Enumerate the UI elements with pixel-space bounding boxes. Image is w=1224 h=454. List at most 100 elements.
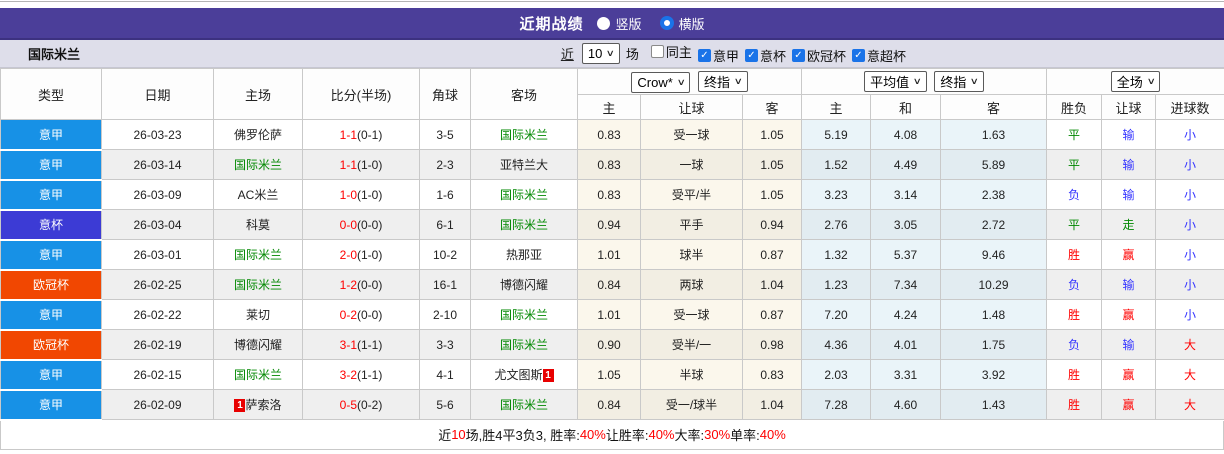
team-link[interactable]: 国际米兰 xyxy=(500,218,548,232)
league-badge: 意甲 xyxy=(0,119,102,151)
euro-index-value: 终指 xyxy=(940,75,967,90)
team-link[interactable]: 科莫 xyxy=(246,218,270,232)
halftime-score: (0-2) xyxy=(357,397,383,412)
fulltime-score: 0-5 xyxy=(339,397,357,412)
halftime-score: (1-1) xyxy=(357,337,383,352)
scope-select-group: 全场 ∨ xyxy=(1046,68,1224,95)
away-team: 国际米兰 xyxy=(470,179,578,210)
team-link[interactable]: 国际米兰 xyxy=(500,338,548,352)
filter-checkbox-4[interactable]: ✓ 意超杯 xyxy=(851,46,906,65)
team-link[interactable]: 国际米兰 xyxy=(234,158,282,172)
euro-home-odds: 7.28 xyxy=(801,389,872,420)
match-score: 1-1(1-0) xyxy=(302,149,420,180)
checkbox-checked-icon[interactable]: ✓ xyxy=(791,49,805,63)
summary-stat-label: 近 xyxy=(438,428,452,443)
team-link[interactable]: 国际米兰 xyxy=(500,308,548,322)
fulltime-score: 1-1 xyxy=(339,127,357,142)
chevron-down-icon: ∨ xyxy=(912,76,923,86)
chevron-down-icon: ∨ xyxy=(733,75,743,86)
euro-draw-odds: 7.34 xyxy=(870,269,942,300)
goals-result-cell: 小 xyxy=(1155,299,1224,330)
league-checkbox-group: 同主 ✓ 意甲 ✓ 意杯 ✓ 欧冠杯 ✓ 意超杯 xyxy=(643,42,906,66)
col-header-handicap-result: 让球 xyxy=(1101,94,1157,120)
asia-away-odds: 1.04 xyxy=(741,269,803,300)
radio-icon[interactable] xyxy=(597,16,611,30)
team-link[interactable]: AC米兰 xyxy=(238,188,279,202)
filter-checkbox-2[interactable]: ✓ 意杯 xyxy=(744,46,786,65)
team-link[interactable]: 佛罗伦萨 xyxy=(234,128,282,142)
asia-handicap: 一球 xyxy=(640,149,743,180)
chevron-down-icon: ∨ xyxy=(970,76,980,86)
away-team: 国际米兰 xyxy=(470,299,578,330)
league-badge: 意甲 xyxy=(0,389,102,421)
match-count-select[interactable]: 10 ∨ xyxy=(581,43,620,64)
checkbox-checked-icon[interactable]: ✓ xyxy=(697,49,711,63)
radio-checked-icon[interactable] xyxy=(659,16,674,30)
euro-draw-odds: 4.60 xyxy=(870,389,942,420)
asia-handicap: 两球 xyxy=(640,269,743,300)
result-cell: 平 xyxy=(1046,209,1103,240)
scope-select[interactable]: 全场 ∨ xyxy=(1110,71,1161,92)
goals-result-cell: 小 xyxy=(1155,119,1224,150)
layout-radio-label: 竖版 xyxy=(615,16,642,32)
handicap-result-cell: 输 xyxy=(1101,119,1157,150)
team-link[interactable]: 国际米兰 xyxy=(234,368,282,382)
team-link[interactable]: 国际米兰 xyxy=(234,278,282,292)
filter-checkbox-3[interactable]: ✓ 欧冠杯 xyxy=(791,46,846,65)
match-score: 0-2(0-0) xyxy=(302,299,420,330)
team-link[interactable]: 国际米兰 xyxy=(500,128,548,142)
asia-index-select[interactable]: 终指 ∨ xyxy=(698,70,748,92)
team-link[interactable]: 亚特兰大 xyxy=(500,158,548,172)
layout-radio-option-0[interactable]: 竖版 xyxy=(597,14,642,33)
fulltime-score: 3-1 xyxy=(339,337,357,352)
col-header-corner: 角球 xyxy=(419,68,471,120)
league-badge: 欧冠杯 xyxy=(0,269,102,301)
away-team: 国际米兰 xyxy=(470,389,578,420)
team-link[interactable]: 国际米兰 xyxy=(500,398,548,412)
filter-checkbox-1[interactable]: ✓ 意甲 xyxy=(697,46,739,65)
match-date: 26-03-04 xyxy=(101,209,214,240)
summary-stat-label: 让胜率: xyxy=(605,428,649,443)
checkbox-checked-icon[interactable]: ✓ xyxy=(744,49,758,63)
handicap-result-cell: 输 xyxy=(1101,269,1157,300)
filter-checkbox-0[interactable]: 同主 xyxy=(650,42,692,61)
filter-bar: 国际米兰 近 10 ∨ 场 同主 ✓ 意甲 ✓ 意杯 ✓ 欧冠杯 ✓ 意超杯 xyxy=(0,40,1224,68)
asia-away-odds: 0.98 xyxy=(741,329,803,360)
home-team: 莱切 xyxy=(213,299,303,330)
asia-source-select[interactable]: Crow* ∨ xyxy=(631,71,691,93)
team-link[interactable]: 尤文图斯 xyxy=(494,368,542,382)
team-link[interactable]: 热那亚 xyxy=(506,248,542,262)
match-row: 意杯 26-03-04 科莫 0-0(0-0) 6-1 国际米兰 0.94 平手 0.94 2.7… xyxy=(0,209,1224,241)
team-link[interactable]: 博德闪耀 xyxy=(234,338,282,352)
team-link[interactable]: 莱切 xyxy=(246,308,270,322)
goals-result-cell: 小 xyxy=(1155,269,1224,300)
layout-radio-option-1[interactable]: 横版 xyxy=(659,14,705,33)
euro-index-select[interactable]: 终指 ∨ xyxy=(934,71,984,92)
asia-home-odds: 0.94 xyxy=(577,209,641,240)
team-link[interactable]: 国际米兰 xyxy=(500,188,548,202)
team-link[interactable]: 国际米兰 xyxy=(234,248,282,262)
near-link[interactable]: 近 xyxy=(561,44,574,63)
checkbox-icon[interactable] xyxy=(650,44,664,58)
asia-handicap: 平手 xyxy=(640,209,743,240)
away-team: 国际米兰 xyxy=(470,209,578,240)
handicap-result-cell: 赢 xyxy=(1101,299,1157,330)
away-team: 亚特兰大 xyxy=(470,149,578,180)
match-row: 意甲 26-02-09 1 萨索洛 0-5(0-2) 5-6 国际米兰 0.84 受一/球半 1.… xyxy=(0,389,1224,421)
team-link[interactable]: 博德闪耀 xyxy=(500,278,548,292)
euro-home-odds: 3.23 xyxy=(801,179,872,210)
chevron-down-icon: ∨ xyxy=(1146,76,1156,86)
team-link[interactable]: 萨索洛 xyxy=(245,398,281,412)
halftime-score: (1-1) xyxy=(357,367,383,382)
asia-handicap: 受一球 xyxy=(640,119,743,150)
home-team: 国际米兰 xyxy=(213,269,303,300)
filter-checkbox-label: 意超杯 xyxy=(866,49,906,65)
euro-source-select[interactable]: 平均值 ∨ xyxy=(864,71,927,92)
checkbox-checked-icon[interactable]: ✓ xyxy=(851,49,865,63)
goals-result-cell: 小 xyxy=(1155,149,1224,180)
home-team: 科莫 xyxy=(213,209,303,240)
euro-away-odds: 3.92 xyxy=(940,359,1048,390)
euro-home-odds: 1.52 xyxy=(801,149,872,180)
goals-result-cell: 大 xyxy=(1155,359,1224,390)
home-team: 国际米兰 xyxy=(213,149,303,180)
